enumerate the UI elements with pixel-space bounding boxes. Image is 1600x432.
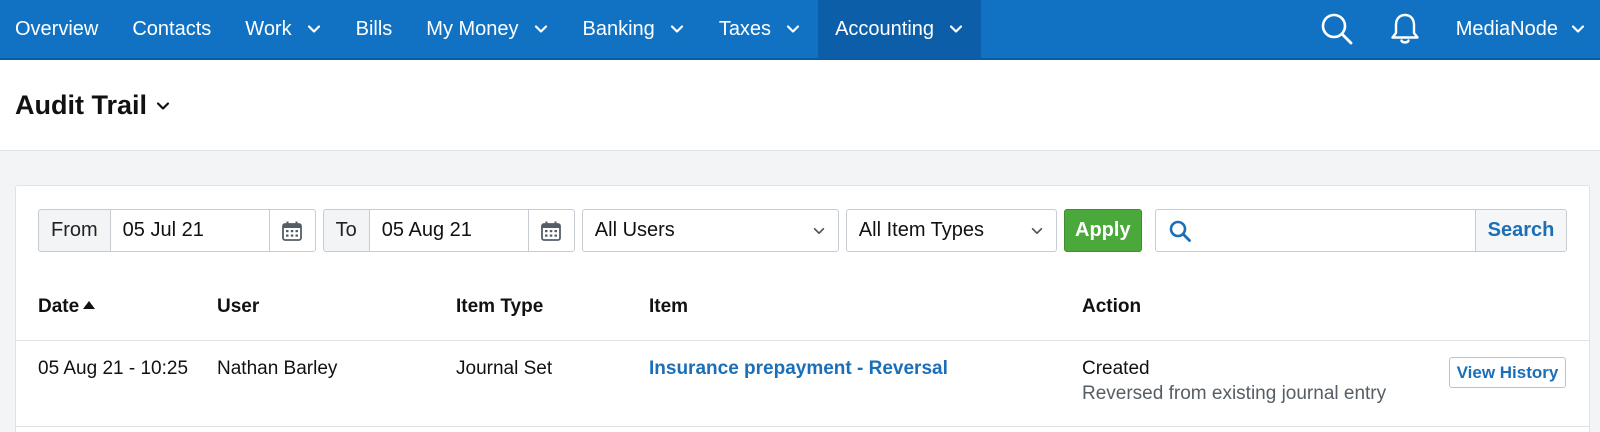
audit-trail-card: From 05 Jul 21 To 05 Aug 21 All Users Al…	[15, 185, 1590, 432]
search-icon	[1169, 220, 1191, 242]
chevron-down-icon	[949, 25, 963, 33]
users-select-value: All Users	[594, 219, 675, 241]
users-select[interactable]: All Users	[581, 209, 839, 252]
nav-item-label: Work	[245, 17, 292, 40]
item-types-select[interactable]: All Item Types	[845, 209, 1057, 252]
chevron-down-icon	[1571, 25, 1585, 33]
column-header-action[interactable]: Action	[1082, 296, 1141, 318]
nav-item-label: Banking	[582, 17, 655, 40]
nav-right-group: MediaNode	[1308, 0, 1600, 58]
nav-item-label: Overview	[15, 17, 99, 40]
page-title: Audit Trail	[15, 90, 148, 120]
global-search-button[interactable]	[1308, 0, 1366, 58]
cell-action-detail: Reversed from existing journal entry	[1082, 383, 1387, 404]
search-button[interactable]: Search	[1475, 210, 1566, 251]
top-navigation-bar: Overview Contacts Work Bills My Money Ba…	[0, 0, 1600, 60]
nav-item-label: Taxes	[718, 17, 772, 40]
search-icon	[1321, 13, 1353, 45]
cell-item-type: Journal Set	[456, 358, 553, 379]
nav-item-my-money[interactable]: My Money	[409, 0, 565, 58]
calendar-icon	[541, 221, 562, 241]
to-calendar-button[interactable]	[527, 209, 575, 252]
header-divider	[16, 340, 1589, 341]
column-header-date[interactable]: Date	[38, 296, 96, 318]
chevron-down-icon	[670, 25, 683, 33]
organization-name: MediaNode	[1455, 17, 1558, 40]
cell-date: 05 Aug 21 - 10:25	[38, 358, 189, 379]
nav-item-work[interactable]: Work	[228, 0, 338, 58]
page-header: Audit Trail	[0, 60, 1600, 151]
chevron-down-icon	[813, 227, 825, 234]
to-label: To	[322, 209, 370, 252]
nav-item-banking[interactable]: Banking	[566, 0, 702, 58]
notifications-button[interactable]	[1376, 0, 1434, 58]
nav-item-accounting[interactable]: Accounting	[818, 0, 982, 58]
to-date-input[interactable]: 05 Aug 21	[369, 209, 528, 252]
column-header-item[interactable]: Item	[649, 296, 688, 318]
from-calendar-button[interactable]	[268, 209, 316, 252]
cell-action: Created	[1082, 358, 1150, 379]
search-input[interactable]	[1204, 210, 1475, 251]
nav-item-label: Contacts	[132, 17, 212, 40]
page-title-dropdown[interactable]: Audit Trail	[15, 90, 171, 121]
nav-item-taxes[interactable]: Taxes	[702, 0, 818, 58]
row-divider	[16, 426, 1589, 427]
nav-item-label: My Money	[426, 17, 519, 40]
column-header-date-label: Date	[38, 296, 80, 317]
sort-ascending-icon	[83, 301, 96, 309]
bell-icon	[1391, 13, 1419, 44]
chevron-down-icon	[156, 101, 170, 110]
chevron-down-icon	[307, 25, 320, 33]
from-label: From	[38, 209, 111, 252]
nav-item-bills[interactable]: Bills	[339, 0, 410, 58]
view-history-button[interactable]: View History	[1449, 357, 1566, 388]
item-types-select-value: All Item Types	[858, 219, 985, 241]
nav-item-overview[interactable]: Overview	[0, 0, 115, 58]
chevron-down-icon	[534, 25, 547, 33]
chevron-down-icon	[786, 25, 800, 33]
organization-menu[interactable]: MediaNode	[1434, 18, 1600, 41]
nav-item-label: Accounting	[835, 17, 935, 40]
chevron-down-icon	[1031, 227, 1043, 234]
column-header-item-type[interactable]: Item Type	[456, 296, 543, 318]
search-box: Search	[1155, 209, 1567, 252]
from-date-input[interactable]: 05 Jul 21	[110, 209, 269, 252]
search-field-icon-wrap	[1156, 210, 1204, 251]
nav-item-label: Bills	[355, 17, 393, 40]
apply-button[interactable]: Apply	[1063, 209, 1142, 252]
calendar-icon	[282, 221, 303, 241]
nav-item-contacts[interactable]: Contacts	[115, 0, 228, 58]
column-header-user[interactable]: User	[217, 296, 259, 318]
item-link[interactable]: Insurance prepayment - Reversal	[649, 358, 948, 380]
filter-bar: From 05 Jul 21 To 05 Aug 21 All Users Al…	[38, 209, 1142, 252]
cell-user: Nathan Barley	[217, 358, 338, 379]
